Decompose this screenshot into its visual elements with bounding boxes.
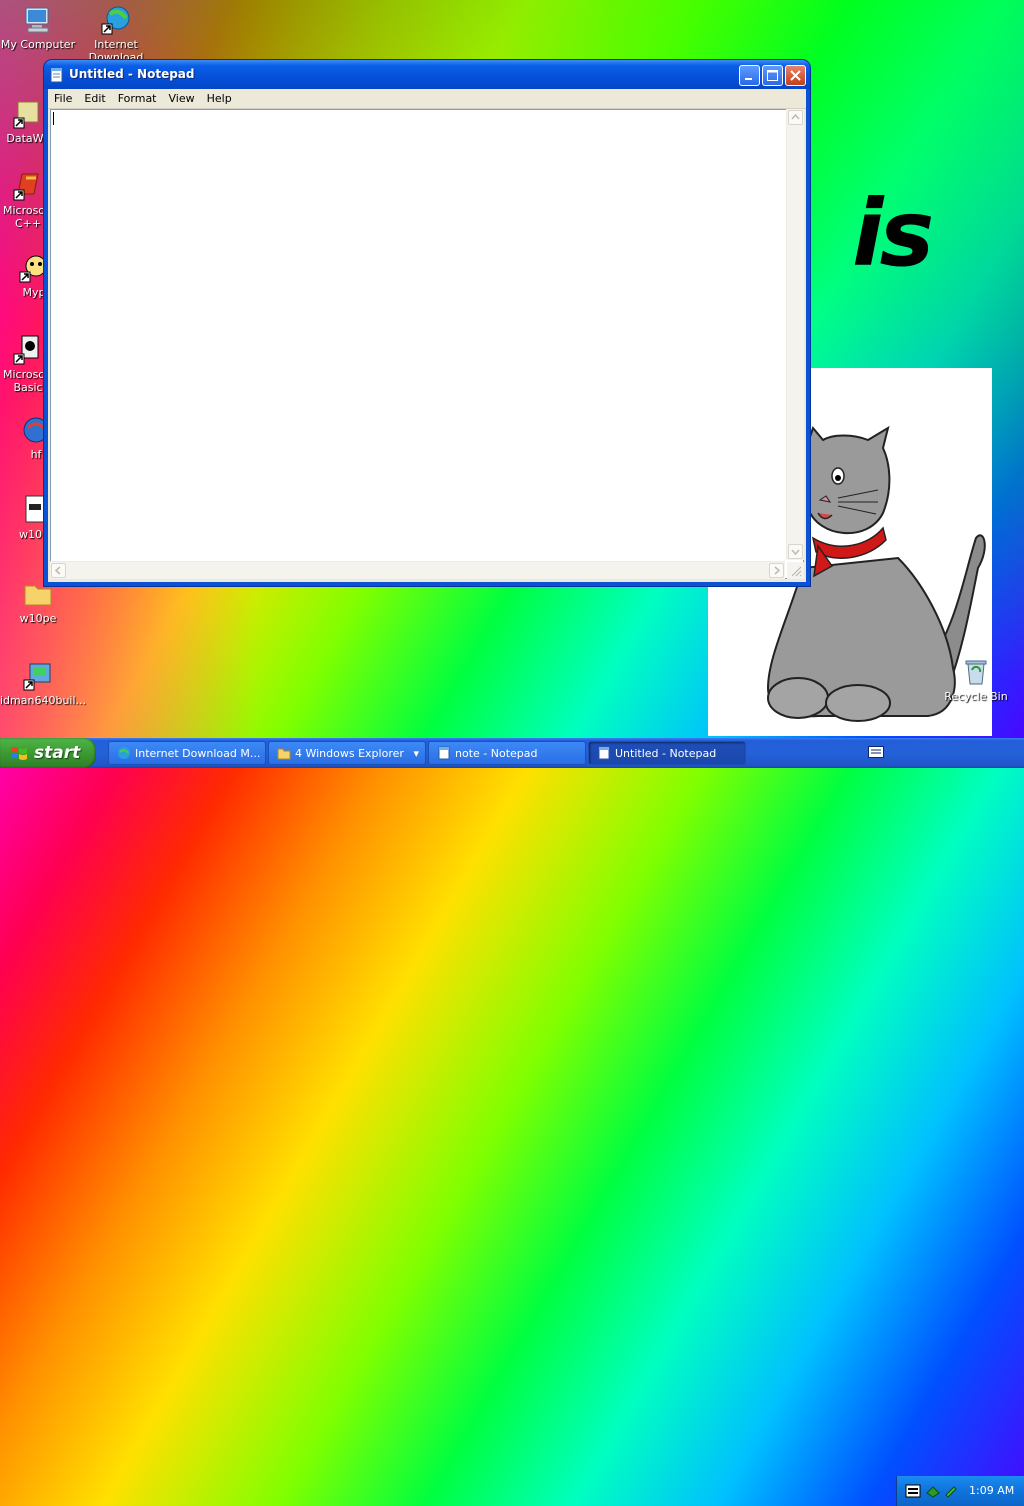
menu-bar: File Edit Format View Help: [48, 89, 806, 109]
maximize-button[interactable]: [762, 65, 783, 86]
clock[interactable]: 1:09 AM: [969, 1484, 1014, 1497]
minimize-icon: [745, 78, 752, 80]
desktop-icon-idman[interactable]: idman640buil...: [0, 660, 86, 707]
taskbar-button-note-notepad[interactable]: note - Notepad: [428, 741, 586, 765]
microsoft-basic-icon: [12, 334, 44, 366]
wallpaper-text: is: [852, 180, 934, 287]
idman-installer-icon: [22, 660, 54, 692]
taskbar-button-internet-download[interactable]: Internet Download M...: [108, 741, 266, 765]
safely-remove-icon[interactable]: [943, 1483, 959, 1499]
menu-view[interactable]: View: [163, 89, 201, 108]
recycle-bin-icon: [960, 656, 992, 688]
desktop-icon-my-computer[interactable]: My Computer: [0, 4, 76, 51]
text-editor[interactable]: [50, 109, 804, 579]
menu-file[interactable]: File: [48, 89, 78, 108]
window-title: Untitled - Notepad: [69, 67, 195, 81]
close-icon: [790, 70, 801, 81]
keyboard-icon[interactable]: [868, 746, 884, 758]
taskbar-button-windows-explorer[interactable]: 4 Windows Explorer ▾: [268, 741, 426, 765]
language-bar-icon[interactable]: [905, 1483, 921, 1499]
system-tray: 1:09 AM: [896, 1476, 1024, 1506]
notepad-icon: [50, 67, 64, 83]
menu-edit[interactable]: Edit: [78, 89, 111, 108]
my-computer-icon: [22, 4, 54, 36]
maximize-icon: [767, 70, 778, 81]
start-label: start: [34, 743, 81, 763]
microsoft-cpp-icon: [12, 170, 44, 202]
desktop-icon-internet-download[interactable]: Internet Download: [78, 4, 154, 64]
internet-download-icon: [100, 4, 132, 36]
notepad-client-area: File Edit Format View Help: [48, 89, 806, 582]
folder-icon: [277, 746, 291, 760]
title-bar[interactable]: Untitled - Notepad: [44, 60, 810, 89]
start-button[interactable]: start: [0, 738, 96, 768]
network-icon[interactable]: [925, 1483, 941, 1499]
windows-logo-icon: [10, 745, 28, 761]
close-button[interactable]: [785, 65, 806, 86]
menu-help[interactable]: Help: [201, 89, 238, 108]
notepad-icon: [597, 746, 611, 760]
idm-icon: [117, 746, 131, 760]
taskbar-button-untitled-notepad[interactable]: Untitled - Notepad: [588, 741, 746, 765]
notepad-icon: [437, 746, 451, 760]
datawa-shortcut-icon: [12, 98, 44, 130]
notepad-window[interactable]: Untitled - Notepad File Edit Format View Hel…: [44, 60, 810, 586]
chevron-down-icon: ▾: [413, 747, 419, 760]
menu-format[interactable]: Format: [112, 89, 163, 108]
minimize-button[interactable]: [739, 65, 760, 86]
desktop-icon-recycle-bin[interactable]: Recycle Bin: [938, 656, 1014, 703]
